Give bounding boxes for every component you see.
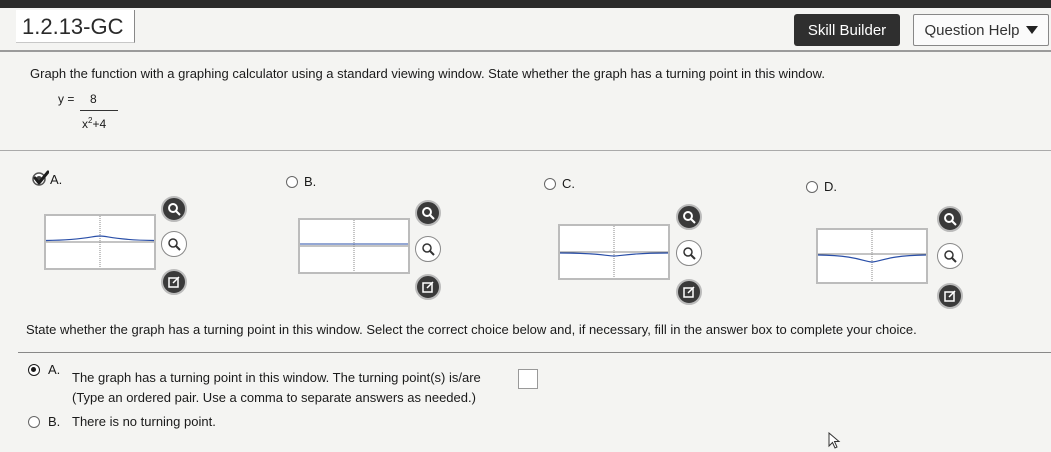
option-b-radio[interactable]	[28, 416, 40, 428]
function-numerator: 8	[90, 92, 97, 106]
enlarge-icon[interactable]	[415, 274, 441, 300]
zoom-out-icon[interactable]	[161, 231, 187, 257]
caret-down-icon	[1025, 26, 1038, 34]
graph-b[interactable]	[298, 218, 410, 274]
zoom-in-icon[interactable]	[415, 200, 441, 226]
header-divider	[0, 50, 1051, 52]
zoom-in-icon[interactable]	[937, 206, 963, 232]
graph-a[interactable]	[44, 214, 156, 270]
question-help-label: Question Help	[924, 21, 1020, 39]
exercise-title: 1.2.13-GC	[22, 14, 124, 39]
turning-point-input[interactable]	[518, 369, 538, 389]
option-a-text: The graph has a turning point in this wi…	[72, 370, 481, 385]
choice-d-letter: D.	[824, 179, 837, 194]
section-divider	[0, 150, 1051, 151]
enlarge-icon[interactable]	[937, 283, 963, 309]
zoom-in-icon[interactable]	[161, 196, 187, 222]
instruction-text: Graph the function with a graphing calcu…	[30, 66, 825, 81]
enlarge-icon[interactable]	[161, 269, 187, 295]
answer-divider	[18, 352, 1051, 353]
top-bar	[0, 0, 1051, 8]
skill-builder-button[interactable]: Skill Builder	[794, 14, 900, 46]
choice-c-letter: C.	[562, 176, 575, 191]
choice-c-radio[interactable]	[544, 178, 556, 190]
zoom-out-icon[interactable]	[676, 240, 702, 266]
zoom-in-icon[interactable]	[676, 204, 702, 230]
function-denominator: x2+4	[82, 116, 107, 131]
choice-a-letter: A.	[50, 172, 63, 187]
turning-point-question: State whether the graph has a turning po…	[26, 322, 917, 337]
choice-b-letter: B.	[304, 174, 317, 189]
enlarge-icon[interactable]	[676, 279, 702, 305]
option-b-text: There is no turning point.	[72, 414, 216, 429]
fraction-bar	[80, 110, 118, 111]
mouse-cursor-icon	[828, 432, 841, 449]
zoom-out-icon[interactable]	[415, 236, 441, 262]
choice-d-radio[interactable]	[806, 181, 818, 193]
option-b-letter: B.	[48, 414, 61, 429]
question-help-button[interactable]: Question Help	[913, 14, 1049, 46]
option-a-radio[interactable]	[28, 364, 40, 376]
option-a-letter: A.	[48, 362, 61, 377]
zoom-out-icon[interactable]	[937, 243, 963, 269]
option-a-hint: (Type an ordered pair. Use a comma to se…	[72, 390, 476, 405]
graph-d[interactable]	[816, 228, 928, 284]
function-lhs: y =	[58, 92, 75, 106]
choice-b-radio[interactable]	[286, 176, 298, 188]
check-icon	[32, 170, 49, 186]
graph-c[interactable]	[558, 224, 670, 280]
